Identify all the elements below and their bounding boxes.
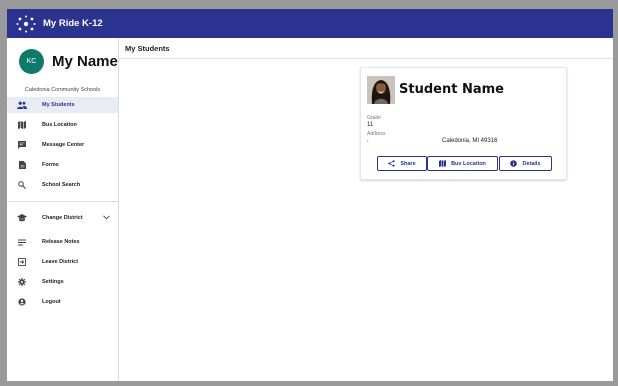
- search-icon: [17, 180, 27, 190]
- account-icon: [17, 297, 27, 307]
- share-label: Share: [400, 160, 416, 167]
- student-card: Student Name Grade 11 Address , Caledoni…: [360, 67, 567, 180]
- share-button[interactable]: Share: [377, 156, 427, 171]
- district-name: Caledonia Community Schools: [24, 87, 101, 93]
- details-label: Details: [522, 160, 541, 167]
- people-icon: [17, 100, 27, 110]
- details-button[interactable]: Details: [499, 156, 552, 171]
- sidebar-item-label: Release Notes: [42, 239, 80, 245]
- address-city: Caledonia, MI 49316: [442, 138, 498, 144]
- sidebar-item-forms[interactable]: Forms: [7, 157, 118, 173]
- form-icon: [17, 160, 27, 170]
- sidebar-item-label: Leave District: [42, 259, 79, 265]
- sidebar-item-bus-location[interactable]: Bus Location: [7, 117, 118, 133]
- sidebar-divider: [7, 201, 118, 202]
- school-icon: [17, 213, 27, 223]
- address-line-1: ,: [367, 137, 369, 143]
- sidebar-item-leave-district[interactable]: Leave District: [7, 254, 118, 270]
- avatar: KC: [19, 49, 44, 74]
- sidebar-item-logout[interactable]: Logout: [7, 294, 118, 310]
- gear-icon: [17, 277, 27, 287]
- main-content: My Students Student Name Grade 11 Addres…: [119, 38, 613, 381]
- user-name: My Name: [52, 53, 118, 70]
- sidebar-item-school-search[interactable]: School Search: [7, 177, 118, 193]
- sidebar-item-label: Settings: [42, 279, 64, 285]
- student-name: Student Name: [399, 82, 504, 97]
- grade-label: Grade: [367, 115, 381, 121]
- sidebar-item-settings[interactable]: Settings: [7, 274, 118, 290]
- sidebar-item-label: Logout: [42, 299, 61, 305]
- app-title: My Ride K-12: [43, 18, 103, 29]
- sidebar-item-release-notes[interactable]: Release Notes: [7, 234, 118, 250]
- sidebar-item-change-district[interactable]: Change District: [7, 210, 118, 226]
- message-icon: [17, 140, 27, 150]
- address-label: Address: [367, 131, 386, 137]
- share-icon: [388, 160, 395, 167]
- sidebar-item-label: Forms: [42, 162, 59, 168]
- exit-icon: [17, 257, 27, 267]
- page-title: My Students: [125, 44, 170, 53]
- student-photo: [367, 76, 395, 104]
- grade-value: 11: [367, 122, 374, 128]
- bus-location-label: Bus Location: [451, 160, 486, 167]
- sidebar-item-message-center[interactable]: Message Center: [7, 137, 118, 153]
- sidebar-item-label: My Students: [42, 102, 75, 108]
- sidebar-item-label: Change District: [42, 215, 83, 221]
- app-logo-icon: [12, 9, 40, 38]
- sidebar: KC My Name Caledonia Community Schools M…: [7, 38, 119, 381]
- user-profile: KC My Name: [19, 49, 118, 74]
- sidebar-item-my-students[interactable]: My Students: [7, 97, 118, 113]
- app-bar: My Ride K-12: [7, 9, 613, 38]
- map-icon: [17, 120, 27, 130]
- page-header: My Students: [119, 38, 613, 59]
- app-window: My Ride K-12 KC My Name Caledonia Commun…: [7, 9, 613, 381]
- map-icon: [439, 160, 447, 167]
- sidebar-item-label: Bus Location: [42, 122, 77, 128]
- info-icon: [510, 160, 518, 167]
- chevron-down-icon: [103, 214, 110, 222]
- bus-location-button[interactable]: Bus Location: [427, 156, 498, 171]
- sidebar-item-label: Message Center: [42, 142, 85, 148]
- notes-icon: [17, 237, 27, 247]
- sidebar-item-label: School Search: [42, 182, 81, 188]
